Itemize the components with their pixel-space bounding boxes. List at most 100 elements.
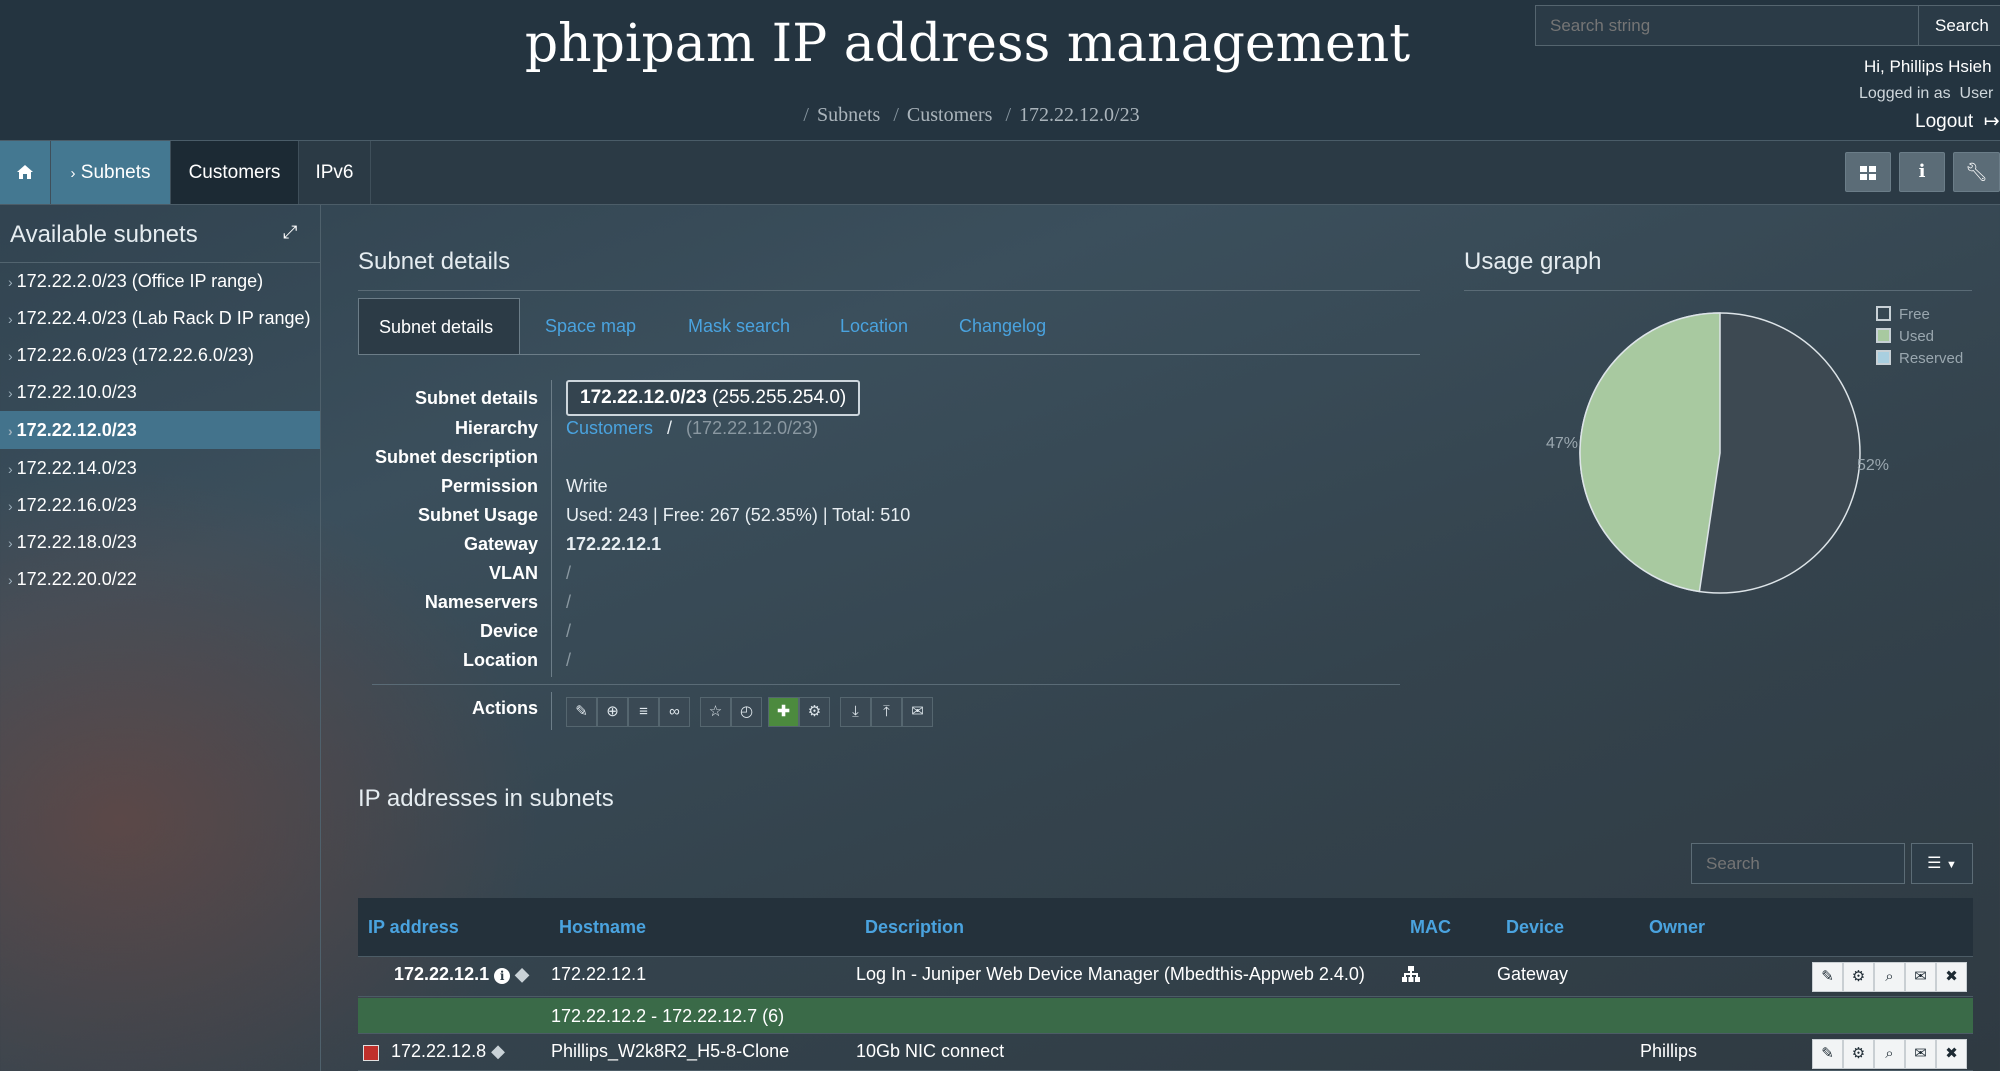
subnet-label: 172.22.14.0/23: [16, 458, 137, 478]
device-link-gateway[interactable]: Gateway: [1497, 964, 1568, 985]
legend-swatch-reserved: [1876, 350, 1891, 365]
star-icon: ☆: [708, 703, 723, 720]
manage-ip-button[interactable]: ⚙: [1843, 962, 1874, 992]
admin-button[interactable]: 🔧︎: [1953, 152, 2000, 192]
delete-ip-button[interactable]: ✖: [1936, 1039, 1967, 1069]
pie-slice-used: [1579, 312, 1721, 593]
history-button[interactable]: ◴: [731, 697, 762, 727]
favourite-button[interactable]: ☆: [700, 697, 731, 727]
breadcrumb-customers[interactable]: Customers: [907, 104, 993, 126]
ip-address-cell[interactable]: 172.22.12.8 ◆: [391, 1041, 505, 1062]
export-button[interactable]: ⤒: [871, 697, 902, 727]
nav-customers[interactable]: Customers: [171, 141, 299, 204]
delete-ip-button[interactable]: ✖: [1936, 962, 1967, 992]
edit-subnet-button[interactable]: ✎: [566, 697, 597, 727]
pencil-icon: ✎: [575, 703, 588, 720]
wrench-icon: 🔧︎: [1965, 162, 1988, 182]
column-owner[interactable]: Owner: [1649, 898, 1705, 956]
mail-ip-button[interactable]: ✉: [1905, 1039, 1936, 1069]
link-icon: ∞: [669, 703, 680, 720]
network-icon[interactable]: [1402, 964, 1420, 985]
upload-icon: ⤒: [883, 703, 890, 720]
grid-view-button[interactable]: [1845, 152, 1891, 192]
search-button[interactable]: Search: [1918, 5, 2000, 46]
envelope-icon: ✉: [911, 703, 924, 720]
download-icon: ⤓: [852, 703, 859, 720]
sidebar-subnet-item[interactable]: › 172.22.6.0/23 (172.22.6.0/23): [0, 337, 320, 373]
edit-ip-button[interactable]: ✎: [1812, 962, 1843, 992]
tab-location[interactable]: Location: [840, 298, 908, 354]
settings-button[interactable]: ⚙: [799, 697, 830, 727]
ip-address-cell[interactable]: 172.22.12.1 i ◆: [394, 964, 529, 985]
search-ip-button[interactable]: ⌕: [1874, 1039, 1905, 1069]
tab-changelog[interactable]: Changelog: [959, 298, 1046, 354]
legend-free: Free: [1876, 306, 1930, 323]
sidebar-subnet-item[interactable]: › 172.22.2.0/23 (Office IP range): [0, 263, 320, 299]
chevron-right-icon: ›: [8, 423, 13, 439]
hierarchy-link-customers[interactable]: Customers: [566, 418, 653, 438]
sidebar-subnet-item[interactable]: › 172.22.20.0/22: [0, 561, 320, 597]
label-hierarchy: Hierarchy: [454, 418, 538, 438]
edit-ip-button[interactable]: ✎: [1812, 1039, 1843, 1069]
usage-pie-chart: [1579, 312, 1861, 594]
column-device[interactable]: Device: [1506, 898, 1564, 956]
logout-link[interactable]: Logout ↦: [1915, 110, 2000, 133]
usage-value: Used: 243 | Free: 267 (52.35%) | Total: …: [566, 505, 911, 525]
column-description[interactable]: Description: [865, 898, 964, 956]
subnet-label: 172.22.10.0/23: [16, 382, 137, 402]
sidebar-subnet-item[interactable]: › 172.22.4.0/23 (Lab Rack D IP range): [0, 300, 320, 336]
global-search-input[interactable]: [1536, 6, 1921, 45]
owner-cell: Phillips: [1640, 1041, 1698, 1061]
pie-label-free: 52%: [1857, 457, 1890, 474]
tab-mask-search[interactable]: Mask search: [688, 298, 790, 354]
info-button[interactable]: i: [1899, 152, 1945, 192]
sidebar-subnet-item[interactable]: › 172.22.18.0/23: [0, 524, 320, 560]
link-button[interactable]: ∞: [659, 697, 690, 727]
search-ip-button[interactable]: ⌕: [1874, 962, 1905, 992]
sidebar-subnet-item[interactable]: › 172.22.14.0/23: [0, 450, 320, 486]
column-ip-address[interactable]: IP address: [368, 898, 459, 956]
cogs-icon: ⚙: [1851, 968, 1866, 985]
expand-icon[interactable]: ⤢: [283, 222, 297, 243]
legend-swatch-used: [1876, 328, 1891, 343]
add-item-button[interactable]: ⊕: [597, 697, 628, 727]
hierarchy-current: (172.22.12.0/23): [686, 418, 819, 438]
logged-in-label: Logged in as: [1859, 85, 1951, 102]
manage-ip-button[interactable]: ⚙: [1843, 1039, 1874, 1069]
usage-graph-title: Usage graph: [1464, 248, 1602, 275]
sidebar-subnet-item-active[interactable]: › 172.22.12.0/23: [0, 411, 320, 449]
hierarchy-separator: /: [667, 418, 673, 438]
import-button[interactable]: ⤓: [840, 697, 871, 727]
device-value: /: [566, 621, 572, 641]
nav-subnets[interactable]: › Subnets: [51, 141, 171, 204]
sidebar-subnet-item[interactable]: › 172.22.10.0/23: [0, 374, 320, 410]
tab-subnet-details[interactable]: Subnet details: [358, 298, 520, 354]
subnet-value-box: 172.22.12.0/23 (255.255.254.0): [566, 380, 861, 416]
breadcrumb-subnets[interactable]: Subnets: [817, 104, 880, 126]
column-mac[interactable]: MAC: [1410, 898, 1451, 956]
table-search-input[interactable]: [1691, 843, 1905, 884]
table-options-button[interactable]: ☰ ▼: [1911, 843, 1973, 884]
chevron-right-icon: ›: [8, 311, 13, 327]
subnet-value: 172.22.12.0/23: [580, 387, 707, 408]
mail-ip-button[interactable]: ✉: [1905, 962, 1936, 992]
label-nameservers: Nameservers: [424, 592, 538, 612]
email-button[interactable]: ✉: [902, 697, 933, 727]
tab-space-map[interactable]: Space map: [545, 298, 636, 354]
chevron-right-icon: ›: [8, 572, 13, 588]
chevron-right-icon: ›: [8, 535, 13, 551]
breadcrumb-current: 172.22.12.0/23: [1019, 104, 1140, 126]
list-button[interactable]: ≡: [628, 697, 659, 727]
clock-icon: ◴: [739, 703, 754, 720]
section-divider: [358, 290, 1420, 291]
nav-ipv6[interactable]: IPv6: [299, 141, 371, 204]
add-ip-button[interactable]: ✚: [768, 697, 799, 727]
info-icon[interactable]: i: [494, 968, 511, 984]
pencil-icon: ✎: [1821, 968, 1834, 985]
header: phpipam IP address management / Subnets /…: [0, 0, 2000, 141]
tag-icon: ◆: [515, 964, 529, 984]
actions-vline: [551, 692, 552, 730]
sidebar-subnet-item[interactable]: › 172.22.16.0/23: [0, 487, 320, 523]
nav-home[interactable]: [0, 141, 51, 204]
column-hostname[interactable]: Hostname: [559, 898, 646, 956]
